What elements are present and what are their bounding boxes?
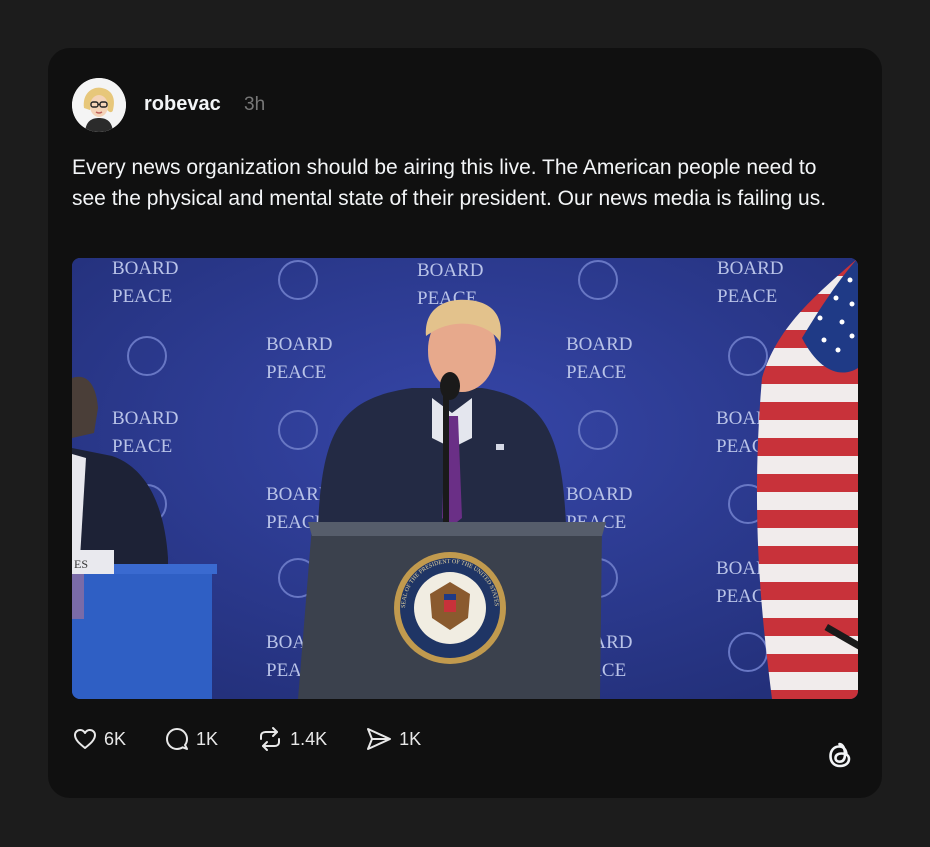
action-bar: 6K 1K 1.4K 1K [72, 724, 459, 754]
svg-text:PEACE: PEACE [266, 362, 326, 383]
svg-text:ES: ES [74, 557, 88, 571]
svg-text:BOARD: BOARD [566, 334, 633, 355]
share-count: 1K [399, 728, 422, 749]
post-time: 3h [244, 94, 266, 115]
svg-text:BOARD: BOARD [112, 258, 179, 279]
svg-text:BOARD: BOARD [417, 260, 484, 281]
share-button[interactable]: 1K [365, 726, 421, 752]
send-icon [367, 728, 392, 750]
svg-text:BOARD: BOARD [112, 408, 179, 429]
comment-icon [166, 728, 189, 750]
post-video[interactable]: BOARD PEACE BOARD PEACE BOARD PEACE BOAR… [72, 258, 858, 699]
reply-button[interactable]: 1K [164, 726, 218, 752]
reply-count: 1K [196, 728, 219, 749]
username[interactable]: robevac [144, 93, 221, 116]
left-table: ES [72, 550, 217, 699]
like-count: 6K [104, 728, 127, 749]
post-text: Every news organization should be airing… [72, 156, 827, 210]
svg-text:PEACE: PEACE [112, 286, 172, 307]
post-card: robevac 3h Every news organization shoul… [48, 48, 882, 798]
like-button[interactable]: 6K [72, 727, 126, 751]
threads-logo-icon[interactable] [822, 738, 858, 774]
svg-text:PEACE: PEACE [112, 436, 172, 457]
svg-text:BOARD: BOARD [717, 258, 784, 279]
heart-icon [74, 729, 96, 749]
svg-text:PEACE: PEACE [717, 286, 777, 307]
svg-text:BOARD: BOARD [566, 484, 633, 505]
avatar[interactable] [72, 78, 126, 132]
repost-count: 1.4K [290, 728, 328, 749]
repost-button[interactable]: 1.4K [256, 726, 327, 752]
svg-text:BOARD: BOARD [266, 334, 333, 355]
repost-icon [260, 727, 281, 751]
svg-text:PEACE: PEACE [566, 362, 626, 383]
podium: SEAL OF THE PRESIDENT OF THE UNITED STAT… [298, 522, 606, 699]
